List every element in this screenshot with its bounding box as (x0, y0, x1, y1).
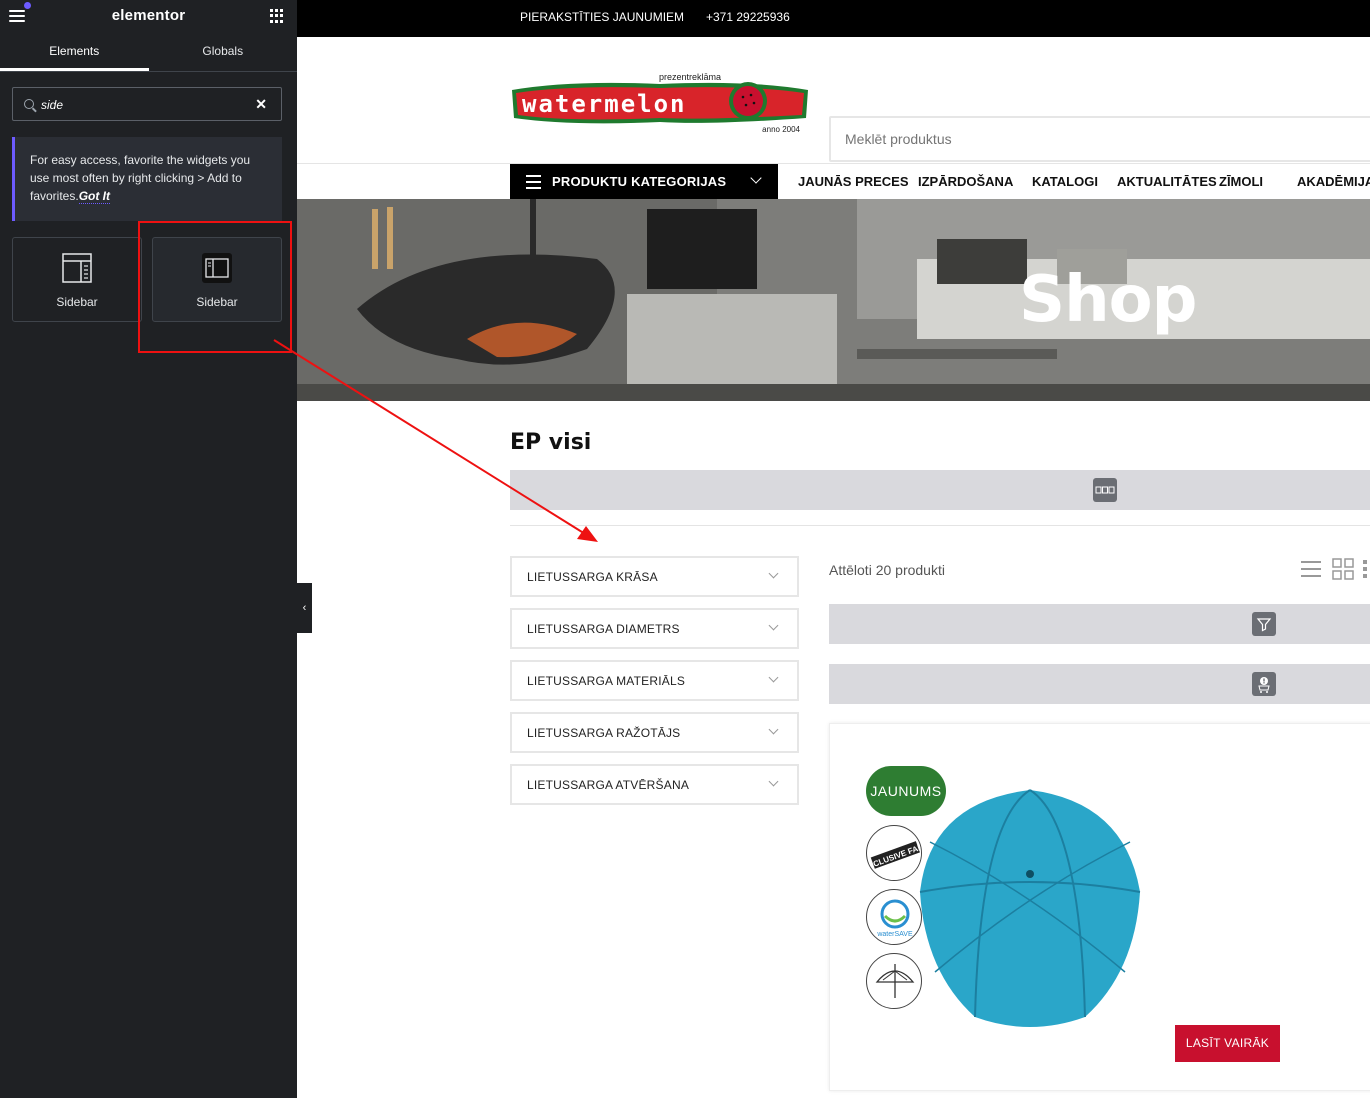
svg-text:waterSAVE: waterSAVE (876, 931, 913, 938)
filter-label: LIETUSSARGA RAŽOTĀJS (527, 726, 681, 740)
filter-label: LIETUSSARGA ATVĒRŠANA (527, 778, 690, 792)
menu-icon (526, 175, 541, 193)
logo-wordmark: watermelon (522, 90, 687, 118)
product-search (829, 116, 1370, 162)
read-more-button[interactable]: LASĪT VAIRĀK (1175, 1025, 1280, 1062)
nav-catalogs[interactable]: KATALOGI (1032, 174, 1098, 189)
search-icon (24, 99, 34, 109)
elementor-logo: elementor (111, 7, 186, 24)
divider (510, 525, 1370, 526)
watersave-badge: waterSAVE (866, 889, 922, 945)
nav-sale[interactable]: IZPĀRDOŠANA (918, 174, 1013, 189)
product-card[interactable]: JAUNUMS EXCLUSIVE FARE waterSAVE LASĪT V… (829, 723, 1370, 1091)
apps-grid-icon[interactable] (270, 9, 284, 23)
main-nav: PRODUKTU KATEGORIJAS JAUNĀS PRECES IZPĀR… (297, 164, 1370, 199)
product-search-input[interactable] (831, 118, 1370, 160)
hero-title: Shop (1019, 263, 1197, 337)
site-preview: PIERAKSTĪTIES JAUNUMIEM +371 29225936 pr… (297, 0, 1370, 1098)
exclusive-badge: EXCLUSIVE FARE (866, 825, 922, 881)
widget-search-input[interactable] (41, 96, 251, 114)
got-it-link[interactable]: Got It (78, 189, 111, 204)
filter-icon (1252, 612, 1276, 636)
categories-label: PRODUKTU KATEGORIJAS (552, 174, 727, 189)
placeholder-widget-bar[interactable] (510, 470, 1370, 510)
chevron-down-icon (768, 724, 779, 735)
widget-sidebar-1[interactable]: Sidebar (12, 237, 142, 322)
favorites-tip: For easy access, favorite the widgets yo… (12, 137, 282, 221)
columns-widget-icon (1093, 478, 1117, 502)
newsletter-link[interactable]: PIERAKSTĪTIES JAUNUMIEM (520, 10, 684, 24)
elementor-panel: elementor Elements Globals ✕ For easy ac… (0, 0, 297, 1098)
new-badge: JAUNUMS (866, 766, 946, 816)
chevron-down-icon (768, 776, 779, 787)
result-count: Attēloti 20 produkti (829, 562, 945, 578)
widget-label: Sidebar (56, 295, 98, 309)
filter-widget-bar[interactable] (829, 604, 1370, 644)
tip-text: For easy access, favorite the widgets yo… (30, 153, 251, 203)
tab-elements[interactable]: Elements (0, 34, 149, 71)
cart-notice-widget-bar[interactable] (829, 664, 1370, 704)
grid-view-icon[interactable] (1332, 558, 1354, 580)
filter-opening[interactable]: LIETUSSARGA ATVĒRŠANA (510, 764, 799, 805)
chevron-down-icon (768, 672, 779, 683)
filter-material[interactable]: LIETUSSARGA MATERIĀLS (510, 660, 799, 701)
filter-diameter[interactable]: LIETUSSARGA DIAMETRS (510, 608, 799, 649)
filter-manufacturer[interactable]: LIETUSSARGA RAŽOTĀJS (510, 712, 799, 753)
umbrella-image (919, 789, 1141, 1027)
filter-label: LIETUSSARGA KRĀSA (527, 570, 658, 584)
site-header: prezentreklāma watermelon anno 2004 (297, 37, 1370, 164)
list-view-icon[interactable] (1300, 558, 1322, 580)
panel-header: elementor (0, 0, 297, 34)
umbrella-opening-badge (866, 953, 922, 1009)
filter-label: LIETUSSARGA DIAMETRS (527, 622, 680, 636)
phone-link[interactable]: +371 29225936 (706, 10, 790, 24)
product-categories-button[interactable]: PRODUKTU KATEGORIJAS (510, 164, 778, 199)
chevron-down-icon (768, 568, 779, 579)
watermelon-logo[interactable]: prezentreklāma watermelon anno 2004 (510, 70, 810, 135)
top-bar: PIERAKSTĪTIES JAUNUMIEM +371 29225936 (297, 0, 1370, 37)
highlight-box (138, 221, 292, 353)
page-title: EP visi (510, 430, 592, 455)
sidebar-layout-icon (62, 253, 92, 283)
chevron-down-icon (750, 172, 762, 184)
more-options-icon[interactable] (1361, 558, 1369, 580)
filter-label: LIETUSSARGA MATERIĀLS (527, 674, 686, 688)
chevron-down-icon (768, 620, 779, 631)
clear-search-icon[interactable]: ✕ (255, 96, 267, 113)
nav-academy[interactable]: AKADĒMIJA (1297, 174, 1370, 189)
living-room-photo (297, 199, 1370, 401)
nav-brands[interactable]: ZĪMOLI (1219, 174, 1263, 189)
nav-new-products[interactable]: JAUNĀS PRECES (798, 174, 909, 189)
logo-anno: anno 2004 (762, 125, 800, 134)
panel-tabs: Elements Globals (0, 34, 297, 72)
filter-color[interactable]: LIETUSSARGA KRĀSA (510, 556, 799, 597)
shop-hero-banner: Shop (297, 199, 1370, 401)
nav-news[interactable]: AKTUALITĀTES (1117, 174, 1217, 189)
logo-tagline: prezentreklāma (659, 72, 721, 82)
cart-alert-icon (1252, 672, 1276, 696)
collapse-panel-button[interactable]: ‹ (297, 583, 312, 633)
tab-globals[interactable]: Globals (149, 34, 298, 71)
widget-search: ✕ (12, 87, 282, 121)
